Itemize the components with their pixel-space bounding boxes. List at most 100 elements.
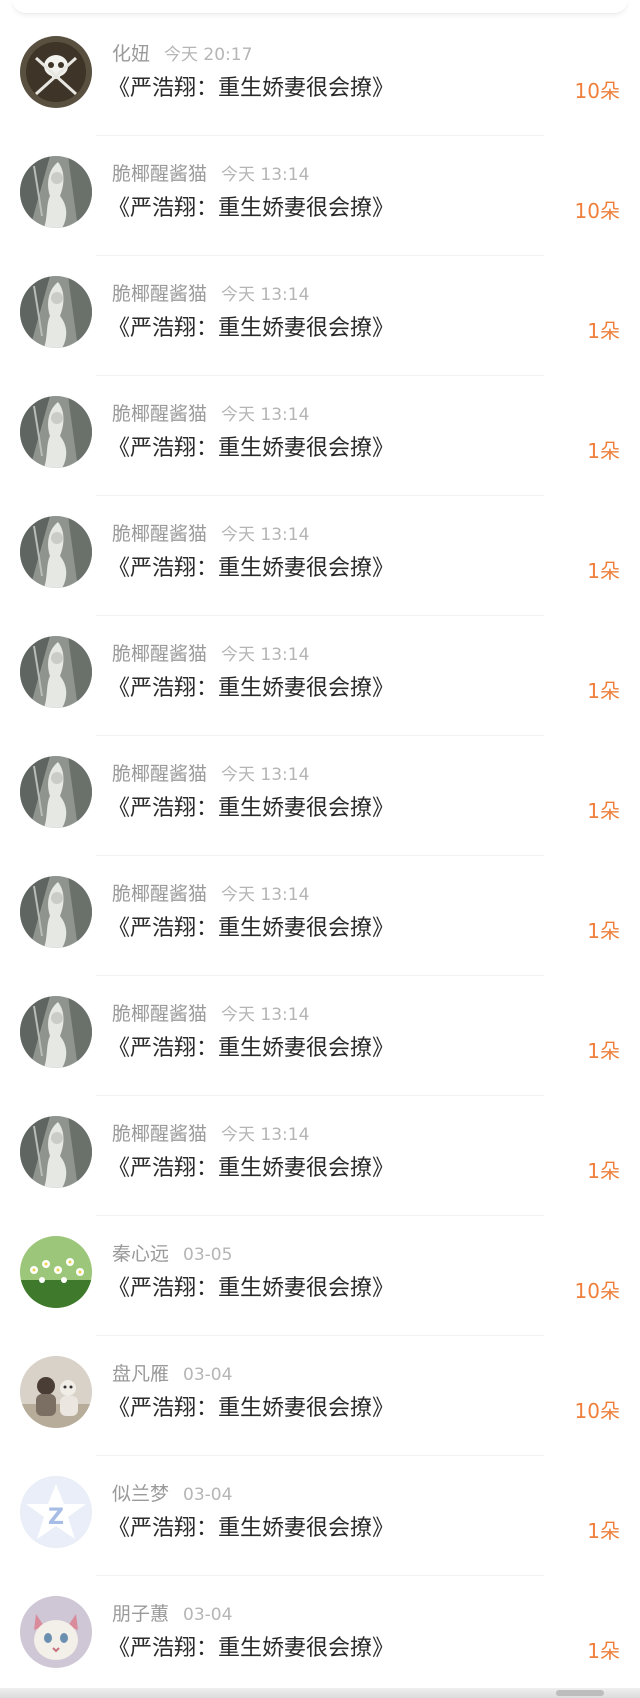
row-meta: 似兰梦 03-04 xyxy=(112,1482,232,1506)
gift-time: 今天 13:14 xyxy=(221,1125,310,1145)
user-avatar-photo-person-bw[interactable] xyxy=(20,636,92,708)
sender-name[interactable]: 脆椰醒酱猫 xyxy=(112,1003,207,1025)
gift-time: 03-04 xyxy=(183,1365,233,1385)
row-meta: 脆椰醒酱猫 今天 13:14 xyxy=(112,642,309,666)
row-meta: 脆椰醒酱猫 今天 13:14 xyxy=(112,1122,309,1146)
gift-row[interactable]: 脆椰醒酱猫 今天 13:14 《严浩翔：重生娇妻很会撩》 1朵 xyxy=(0,376,640,496)
flower-count: 1朵 xyxy=(587,1519,620,1543)
book-title[interactable]: 《严浩翔：重生娇妻很会撩》 xyxy=(108,1514,394,1544)
book-title[interactable]: 《严浩翔：重生娇妻很会撩》 xyxy=(108,674,394,704)
row-meta: 脆椰醒酱猫 今天 13:14 xyxy=(112,1002,309,1026)
gift-row[interactable]: 朋子蕙 03-04 《严浩翔：重生娇妻很会撩》 1朵 xyxy=(0,1576,640,1696)
sender-name[interactable]: 脆椰醒酱猫 xyxy=(112,523,207,545)
book-title[interactable]: 《严浩翔：重生娇妻很会撩》 xyxy=(108,194,394,224)
sender-name[interactable]: 盘凡雁 xyxy=(112,1363,169,1385)
flower-count: 10朵 xyxy=(574,1399,620,1423)
gift-row[interactable]: 脆椰醒酱猫 今天 13:14 《严浩翔：重生娇妻很会撩》 1朵 xyxy=(0,616,640,736)
user-avatar-qzone-star-logo[interactable]: Z xyxy=(20,1476,92,1548)
user-avatar-photo-person-bw[interactable] xyxy=(20,516,92,588)
flower-count: 1朵 xyxy=(587,799,620,823)
flower-count: 1朵 xyxy=(587,1639,620,1663)
gift-time: 03-04 xyxy=(183,1485,233,1505)
gift-row[interactable]: 脆椰醒酱猫 今天 13:14 《严浩翔：重生娇妻很会撩》 10朵 xyxy=(0,136,640,256)
book-title[interactable]: 《严浩翔：重生娇妻很会撩》 xyxy=(108,1274,394,1304)
gift-time: 今天 13:14 xyxy=(221,1005,310,1025)
bottom-bar xyxy=(0,1688,640,1698)
row-meta: 脆椰醒酱猫 今天 13:14 xyxy=(112,522,309,546)
sender-name[interactable]: 脆椰醒酱猫 xyxy=(112,283,207,305)
user-avatar-photo-person-bw[interactable] xyxy=(20,396,92,468)
gift-time: 今天 13:14 xyxy=(221,405,310,425)
user-avatar-photo-person-bw[interactable] xyxy=(20,876,92,948)
row-meta: 脆椰醒酱猫 今天 13:14 xyxy=(112,882,309,906)
gift-row[interactable]: 化妞 今天 20:17 《严浩翔：重生娇妻很会撩》 10朵 xyxy=(0,16,640,136)
book-title[interactable]: 《严浩翔：重生娇妻很会撩》 xyxy=(108,1154,394,1184)
gift-row[interactable]: 脆椰醒酱猫 今天 13:14 《严浩翔：重生娇妻很会撩》 1朵 xyxy=(0,856,640,976)
gift-row[interactable]: 脆椰醒酱猫 今天 13:14 《严浩翔：重生娇妻很会撩》 1朵 xyxy=(0,256,640,376)
sender-name[interactable]: 脆椰醒酱猫 xyxy=(112,163,207,185)
sender-name[interactable]: 脆椰醒酱猫 xyxy=(112,883,207,905)
home-indicator[interactable] xyxy=(556,1690,604,1696)
gift-row[interactable]: 秦心远 03-05 《严浩翔：重生娇妻很会撩》 10朵 xyxy=(0,1216,640,1336)
flower-count: 1朵 xyxy=(587,439,620,463)
user-avatar-photo-person-bw[interactable] xyxy=(20,1116,92,1188)
gift-time: 今天 20:17 xyxy=(164,45,253,65)
gift-row[interactable]: 脆椰醒酱猫 今天 13:14 《严浩翔：重生娇妻很会撩》 1朵 xyxy=(0,496,640,616)
row-meta: 脆椰醒酱猫 今天 13:14 xyxy=(112,762,309,786)
flower-count: 1朵 xyxy=(587,559,620,583)
gift-time: 今天 13:14 xyxy=(221,285,310,305)
row-meta: 盘凡雁 03-04 xyxy=(112,1362,232,1386)
user-avatar-photo-person-bw[interactable] xyxy=(20,156,92,228)
flower-count: 1朵 xyxy=(587,319,620,343)
user-avatar-photo-person-bw[interactable] xyxy=(20,276,92,348)
gift-time: 今天 13:14 xyxy=(221,525,310,545)
gift-time: 03-04 xyxy=(183,1605,233,1625)
book-title[interactable]: 《严浩翔：重生娇妻很会撩》 xyxy=(108,914,394,944)
gift-row[interactable]: 脆椰醒酱猫 今天 13:14 《严浩翔：重生娇妻很会撩》 1朵 xyxy=(0,1096,640,1216)
svg-text:Z: Z xyxy=(48,1505,64,1530)
row-meta: 脆椰醒酱猫 今天 13:14 xyxy=(112,282,309,306)
book-title[interactable]: 《严浩翔：重生娇妻很会撩》 xyxy=(108,74,394,104)
user-avatar-photo-person-bw[interactable] xyxy=(20,756,92,828)
user-avatar-photo-person-bw[interactable] xyxy=(20,996,92,1068)
gift-time: 今天 13:14 xyxy=(221,885,310,905)
user-avatar-photo-couple[interactable] xyxy=(20,1356,92,1428)
flower-count: 10朵 xyxy=(574,1279,620,1303)
flower-count: 1朵 xyxy=(587,1039,620,1063)
gift-time: 今天 13:14 xyxy=(221,165,310,185)
gift-time: 今天 13:14 xyxy=(221,645,310,665)
sender-name[interactable]: 脆椰醒酱猫 xyxy=(112,1123,207,1145)
flower-count: 10朵 xyxy=(574,199,620,223)
sender-name[interactable]: 化妞 xyxy=(112,43,150,65)
book-title[interactable]: 《严浩翔：重生娇妻很会撩》 xyxy=(108,1394,394,1424)
sender-name[interactable]: 脆椰醒酱猫 xyxy=(112,403,207,425)
user-avatar-photo-flowers[interactable] xyxy=(20,1236,92,1308)
gift-list[interactable]: 化妞 今天 20:17 《严浩翔：重生娇妻很会撩》 10朵 脆椰醒酱猫 今天 13:… xyxy=(0,16,640,1696)
row-meta: 脆椰醒酱猫 今天 13:14 xyxy=(112,402,309,426)
book-title[interactable]: 《严浩翔：重生娇妻很会撩》 xyxy=(108,554,394,584)
book-title[interactable]: 《严浩翔：重生娇妻很会撩》 xyxy=(108,314,394,344)
gift-row[interactable]: Z 似兰梦 03-04 《严浩翔：重生娇妻很会撩》 1朵 xyxy=(0,1456,640,1576)
user-avatar-pirate-flag[interactable] xyxy=(20,36,92,108)
row-meta: 化妞 今天 20:17 xyxy=(112,42,252,66)
sender-name[interactable]: 脆椰醒酱猫 xyxy=(112,643,207,665)
sender-name[interactable]: 脆椰醒酱猫 xyxy=(112,763,207,785)
row-meta: 脆椰醒酱猫 今天 13:14 xyxy=(112,162,309,186)
book-title[interactable]: 《严浩翔：重生娇妻很会撩》 xyxy=(108,1034,394,1064)
book-title[interactable]: 《严浩翔：重生娇妻很会撩》 xyxy=(108,794,394,824)
sender-name[interactable]: 似兰梦 xyxy=(112,1483,169,1505)
sender-name[interactable]: 朋子蕙 xyxy=(112,1603,169,1625)
book-title[interactable]: 《严浩翔：重生娇妻很会撩》 xyxy=(108,1634,394,1664)
sender-name[interactable]: 秦心远 xyxy=(112,1243,169,1265)
row-meta: 朋子蕙 03-04 xyxy=(112,1602,232,1626)
user-avatar-photo-cat[interactable] xyxy=(20,1596,92,1668)
gift-time: 今天 13:14 xyxy=(221,765,310,785)
gift-row[interactable]: 脆椰醒酱猫 今天 13:14 《严浩翔：重生娇妻很会撩》 1朵 xyxy=(0,736,640,856)
book-title[interactable]: 《严浩翔：重生娇妻很会撩》 xyxy=(108,434,394,464)
flower-count: 1朵 xyxy=(587,679,620,703)
flower-count: 1朵 xyxy=(587,1159,620,1183)
top-card-edge xyxy=(12,0,628,14)
gift-records-page: 化妞 今天 20:17 《严浩翔：重生娇妻很会撩》 10朵 脆椰醒酱猫 今天 13:… xyxy=(0,0,640,1698)
gift-row[interactable]: 脆椰醒酱猫 今天 13:14 《严浩翔：重生娇妻很会撩》 1朵 xyxy=(0,976,640,1096)
gift-row[interactable]: 盘凡雁 03-04 《严浩翔：重生娇妻很会撩》 10朵 xyxy=(0,1336,640,1456)
